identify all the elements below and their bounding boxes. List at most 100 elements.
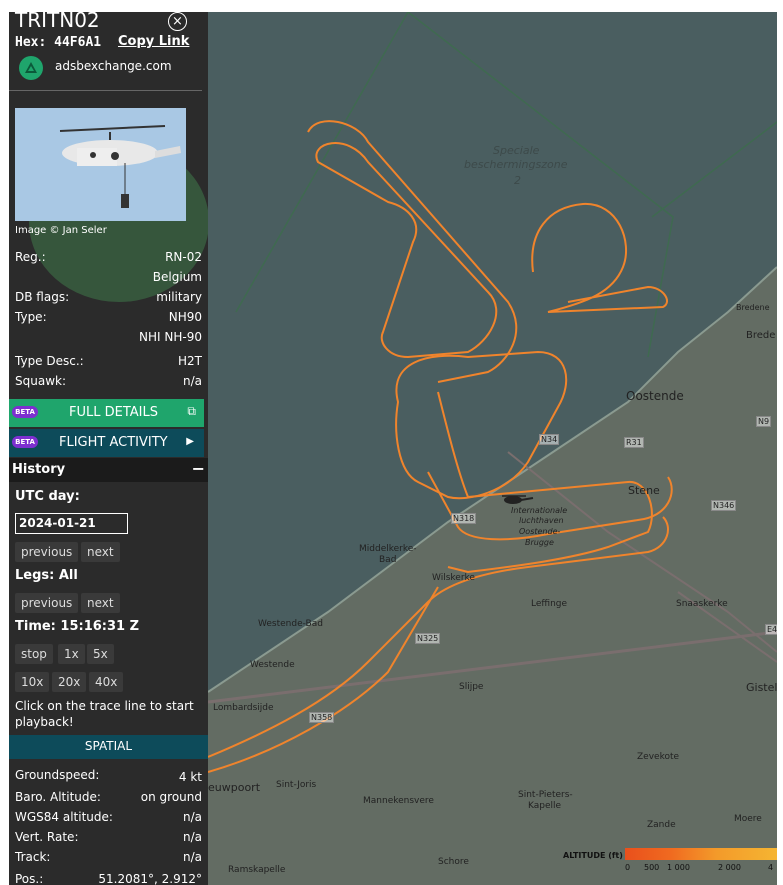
place-westende-bad: Westende-Bad <box>258 619 323 629</box>
place-oostende: Oostende <box>626 389 684 403</box>
road-label-n346: N346 <box>711 500 737 511</box>
place-westende: Westende <box>250 660 295 670</box>
map-canvas[interactable] <box>208 12 777 885</box>
groundspeed-value: 4 kt <box>178 770 202 784</box>
track-value: n/a <box>182 850 202 864</box>
speed-20x-button[interactable]: 20x <box>52 672 87 692</box>
chevron-right-icon: ▶ <box>186 436 194 447</box>
type-label: Type: <box>15 310 47 324</box>
close-icon[interactable]: × <box>168 12 187 31</box>
place-slijpe: Slijpe <box>459 682 484 692</box>
wgs84-altitude-label: WGS84 altitude: <box>15 810 113 824</box>
utc-day-input[interactable]: 2024-01-21 <box>15 513 128 534</box>
legend-title: ALTITUDE (ft) <box>563 851 623 860</box>
info-panel: TRITN02 × Hex: 44F6A1 Copy Link adsbexch… <box>9 12 208 885</box>
squawk-value: n/a <box>182 374 202 388</box>
legend-color-scale <box>625 848 777 860</box>
full-details-label: FULL DETAILS <box>69 405 158 420</box>
speed-1x-button[interactable]: 1x <box>58 644 85 664</box>
place-middelkerke: Middelkerke- <box>359 544 417 554</box>
track-label: Track: <box>15 850 51 864</box>
road-label-e40: E4 <box>765 624 777 635</box>
place-leffinge: Leffinge <box>531 599 568 609</box>
aircraft-callsign: TRITN02 <box>15 12 100 32</box>
stop-button[interactable]: stop <box>15 644 53 664</box>
position-label: Pos.: <box>15 872 44 885</box>
speed-5x-button[interactable]: 5x <box>87 644 114 664</box>
collapse-icon[interactable]: − <box>192 459 205 478</box>
spatial-header[interactable]: SPATIAL <box>9 735 208 759</box>
wgs84-altitude-value: n/a <box>182 810 202 824</box>
place-brede: Brede <box>746 330 776 341</box>
hex-value: 44F6A1 <box>54 35 102 50</box>
road-label-n325: N325 <box>415 633 441 644</box>
legs-label: Legs: All <box>15 568 78 583</box>
reg-label: Reg.: <box>15 250 46 264</box>
full-details-button[interactable]: BETA FULL DETAILS ⧉ <box>9 399 204 427</box>
place-lombardsijde: Lombardsijde <box>213 703 274 713</box>
groundspeed-label: Groundspeed: <box>15 768 100 782</box>
vert-rate-value: n/a <box>182 830 202 844</box>
road-label-n34: N34 <box>539 434 560 445</box>
baro-altitude-value: on ground <box>140 790 202 804</box>
legend-tick-1000: 1 000 <box>667 863 690 872</box>
place-sint-joris: Sint-Joris <box>276 780 317 790</box>
aircraft-photo[interactable] <box>15 108 186 221</box>
road-label-n358: N358 <box>309 712 335 723</box>
beta-badge: BETA <box>12 436 38 448</box>
road-label-n9: N9 <box>756 416 772 427</box>
place-stene: Stene <box>628 484 660 497</box>
type-name-value: NHI NH-90 <box>139 330 202 344</box>
speed-10x-button[interactable]: 10x <box>15 672 50 692</box>
speed-40x-button[interactable]: 40x <box>89 672 124 692</box>
place-gistel: Gistel <box>746 681 777 694</box>
place-sint-pieters-kapelle-2: Kapelle <box>528 801 562 811</box>
db-flags-value: military <box>156 290 202 304</box>
zone-label-2: beschermingszone <box>464 158 568 171</box>
history-title: History <box>12 462 66 477</box>
place-schore: Schore <box>438 857 469 867</box>
place-ramskapelle: Ramskapelle <box>228 865 286 875</box>
squawk-label: Squawk: <box>15 374 66 388</box>
vert-rate-label: Vert. Rate: <box>15 830 79 844</box>
utc-day-label: UTC day: <box>15 489 80 504</box>
zone-label-1: Speciale <box>493 144 540 157</box>
copy-link[interactable]: Copy Link <box>118 34 189 49</box>
type-desc-value: H2T <box>178 354 202 368</box>
divider <box>9 90 202 91</box>
place-snaaskerke: Snaaskerke <box>676 599 728 609</box>
legend-tick-4000: 4 <box>768 863 774 872</box>
place-wilskerke: Wilskerke <box>432 573 475 583</box>
place-bredene: Bredene <box>736 303 770 312</box>
altitude-legend: ALTITUDE (ft) 0 500 1 000 2 000 4 <box>563 848 777 885</box>
place-zevekote: Zevekote <box>637 752 680 762</box>
zone-label-3: 2 <box>514 174 521 187</box>
legend-tick-500: 500 <box>644 863 660 872</box>
reg-value: RN-02 <box>165 250 202 264</box>
road-label-r31: R31 <box>624 437 644 448</box>
road-label-n318: N318 <box>451 513 477 524</box>
flight-activity-button[interactable]: BETA FLIGHT ACTIVITY ▶ <box>9 429 204 457</box>
airport-label-4: Brugge <box>525 538 554 547</box>
external-link-icon: ⧉ <box>187 404 196 418</box>
history-header[interactable]: History − <box>9 458 208 482</box>
type-value: NH90 <box>168 310 202 324</box>
beta-badge: BETA <box>12 406 38 418</box>
type-desc-label: Type Desc.: <box>15 354 84 368</box>
place-nieuwpoort: euwpoort <box>208 781 261 794</box>
position-value: 51.2081°, 2.912° <box>98 872 202 885</box>
legend-tick-0: 0 <box>625 863 631 872</box>
day-next-button[interactable]: next <box>81 542 120 562</box>
site-link[interactable]: adsbexchange.com <box>55 59 172 73</box>
spatial-title: SPATIAL <box>84 739 133 753</box>
legend-tick-2000: 2 000 <box>718 863 741 872</box>
day-previous-button[interactable]: previous <box>15 542 79 562</box>
place-moere: Moere <box>734 814 762 824</box>
leg-next-button[interactable]: next <box>81 593 120 613</box>
airport-label-1: Internationale <box>511 506 568 515</box>
place-zande: Zande <box>647 820 676 830</box>
place-mannekensvere: Mannekensvere <box>363 796 434 806</box>
map-view[interactable]: Speciale beschermingszone 2 Bredene Bred… <box>208 12 777 885</box>
db-flags-label: DB flags: <box>15 290 70 304</box>
leg-previous-button[interactable]: previous <box>15 593 79 613</box>
